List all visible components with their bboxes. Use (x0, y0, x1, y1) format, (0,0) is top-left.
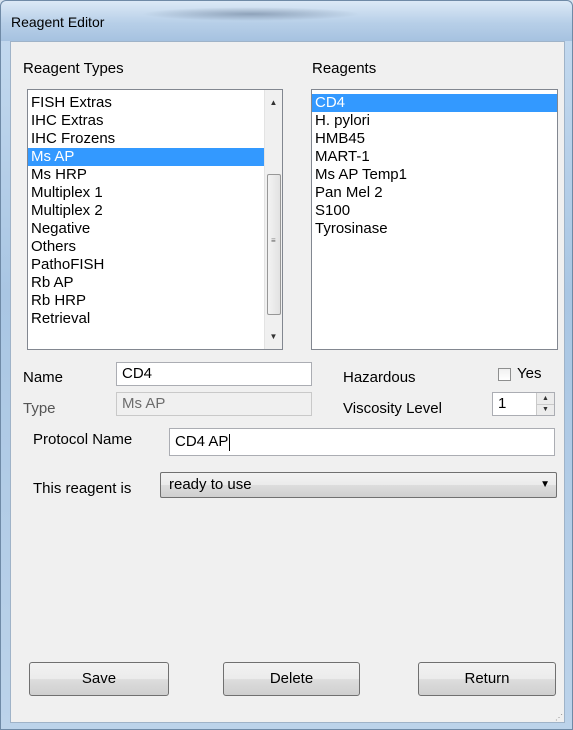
reagent-item[interactable]: MART-1 (312, 148, 557, 166)
type-label: Type (23, 400, 56, 417)
reagent-item[interactable]: Tyrosinase (312, 220, 557, 238)
reagent-type-item[interactable]: IHC Frozens (28, 130, 264, 148)
protocol-name-input[interactable]: CD4 AP (169, 428, 555, 456)
title-bar[interactable]: Reagent Editor (1, 1, 572, 41)
scroll-grip-icon: ≡ (271, 236, 276, 245)
reagent-type-item[interactable]: Others (28, 238, 264, 256)
reagent-item[interactable]: HMB45 (312, 130, 557, 148)
reagent-type-item[interactable]: Ms AP (28, 148, 264, 166)
reagent-item[interactable]: Ms AP Temp1 (312, 166, 557, 184)
hazardous-label: Hazardous (343, 369, 416, 386)
scroll-up-arrow-icon[interactable]: ▲ (265, 94, 282, 111)
reagent-status-dropdown[interactable]: ready to use ▼ (160, 472, 557, 498)
stepper-down-icon[interactable]: ▼ (537, 404, 554, 415)
reagent-is-label: This reagent is (33, 480, 132, 497)
window-title: Reagent Editor (11, 14, 105, 30)
reagent-types-label: Reagent Types (23, 60, 124, 77)
reagent-status-value: ready to use (169, 476, 252, 493)
reagent-type-item[interactable]: Multiplex 1 (28, 184, 264, 202)
reagent-editor-window: Reagent Editor Reagent Types FISH Extras… (0, 0, 573, 730)
reagent-type-item[interactable]: Rb AP (28, 274, 264, 292)
blurred-title-decoration (141, 7, 361, 21)
reagent-type-item[interactable]: Multiplex 2 (28, 202, 264, 220)
hazardous-checkbox[interactable] (498, 368, 511, 381)
reagent-type-item[interactable]: Negative (28, 220, 264, 238)
text-caret (229, 433, 231, 451)
reagents-list[interactable]: CD4 H. pylori HMB45 MART-1 Ms AP Temp1 Pan Me… (311, 89, 558, 350)
stepper-buttons: ▲ ▼ (536, 393, 554, 415)
reagent-type-item[interactable]: Retrieval (28, 310, 264, 328)
reagent-type-item[interactable]: FISH Extras (28, 94, 264, 112)
delete-button[interactable]: Delete (223, 662, 360, 696)
save-button[interactable]: Save (29, 662, 169, 696)
return-button[interactable]: Return (418, 662, 556, 696)
viscosity-label: Viscosity Level (343, 400, 442, 417)
reagent-item[interactable]: Pan Mel 2 (312, 184, 557, 202)
protocol-name-label: Protocol Name (33, 431, 133, 448)
scroll-down-arrow-icon[interactable]: ▼ (265, 328, 282, 345)
reagents-items: CD4 H. pylori HMB45 MART-1 Ms AP Temp1 Pan Me… (312, 94, 557, 238)
chevron-down-icon: ▼ (540, 479, 550, 490)
scrollbar-thumb[interactable]: ≡ (267, 174, 281, 315)
reagent-type-item[interactable]: IHC Extras (28, 112, 264, 130)
reagent-item[interactable]: S100 (312, 202, 557, 220)
reagent-type-item[interactable]: Rb HRP (28, 292, 264, 310)
hazardous-yes-label[interactable]: Yes (517, 365, 541, 382)
reagent-item[interactable]: CD4 (312, 94, 557, 112)
reagent-item[interactable]: H. pylori (312, 112, 557, 130)
reagent-type-item[interactable]: Ms HRP (28, 166, 264, 184)
reagent-types-list[interactable]: FISH Extras IHC Extras IHC Frozens Ms AP Ms … (27, 89, 283, 350)
viscosity-value[interactable]: 1 (498, 393, 506, 415)
reagents-label: Reagents (312, 60, 377, 77)
name-input[interactable]: CD4 (116, 362, 312, 386)
resize-grip-icon[interactable]: ⋰ (555, 714, 563, 722)
reagent-types-scrollbar[interactable]: ▲ ≡ ▼ (264, 90, 282, 349)
viscosity-stepper[interactable]: 1 ▲ ▼ (492, 392, 555, 416)
type-field: Ms AP (116, 392, 312, 416)
editor-panel: Reagent Types FISH Extras IHC Extras IHC F… (10, 41, 565, 723)
name-label: Name (23, 369, 64, 386)
protocol-name-value: CD4 AP (175, 433, 229, 450)
reagent-types-items: FISH Extras IHC Extras IHC Frozens Ms AP Ms … (28, 94, 264, 328)
reagent-type-item[interactable]: PathoFISH (28, 256, 264, 274)
